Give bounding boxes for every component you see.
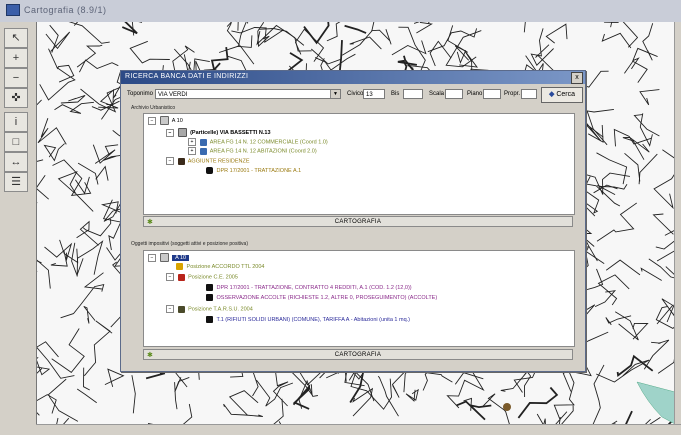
tree-node[interactable]: − A 10: [148, 116, 183, 125]
chevron-down-icon[interactable]: ▼: [330, 90, 340, 98]
expand-icon[interactable]: −: [166, 157, 174, 165]
map-horizontal-scrollbar[interactable]: [36, 424, 681, 435]
tree-label: OSSERVAZIONE ACCOLTE (RICHIESTE 1.2, ALT…: [216, 294, 438, 301]
document-icon: [199, 138, 207, 146]
search-row: Toponimo VIA VERDI ▼ Civico 13 Bis Scala…: [127, 87, 583, 103]
search-dialog: RICERCA BANCA DATI E INDIRIZZI x Toponim…: [120, 70, 586, 372]
tree-label: Posizione T.A.R.S.U. 2004: [188, 306, 253, 313]
folder-icon: [177, 157, 185, 165]
street-value: VIA VERDI: [158, 92, 188, 98]
map-toolbar: ↖ + − ✜ i □ ↔ ☰: [0, 22, 37, 434]
tree-label: (Particelle) VIA BASSETTI N.13: [190, 129, 271, 136]
street-label: Toponimo: [127, 91, 154, 97]
piano-label: Piano: [467, 91, 483, 97]
tax-icon: [177, 273, 185, 281]
zoom-out-icon[interactable]: −: [4, 68, 28, 88]
section-label-impositivi: Oggetti impositivi (soggetti attivi e po…: [131, 241, 248, 247]
tree-label: T.1 (RIFIUTI SOLIDI URBANI) (COMUNE), TA…: [216, 316, 410, 323]
tree-panel-urbanistico[interactable]: − A 10 − (Particelle) VIA BASSETTI N.13 …: [143, 113, 575, 215]
prop-label: Propr.: [504, 91, 521, 97]
archive-icon: [206, 284, 213, 291]
search-button[interactable]: ◆ Cerca: [541, 87, 583, 103]
archive-icon: [206, 294, 213, 301]
tree-node[interactable]: − AGGIUNTE RESIDENZE: [166, 157, 250, 165]
bis-input[interactable]: [403, 89, 423, 99]
tree-node[interactable]: Posizione ACCORDO TTL 2004: [174, 263, 264, 270]
tree-node[interactable]: + AREA FG 14 N. 12 ABITAZIONI (Coord 2.0…: [188, 147, 317, 155]
tree-label-selected: A 10: [172, 254, 190, 261]
info-icon[interactable]: i: [4, 112, 28, 132]
section-label-urbanistico: Archivio Urbanistico: [131, 105, 176, 111]
expand-icon[interactable]: −: [148, 116, 156, 125]
tree-node[interactable]: T.1 (RIFIUTI SOLIDI URBANI) (COMUNE), TA…: [204, 316, 410, 323]
building-icon: [159, 116, 169, 125]
tree-node[interactable]: − Posizione C.E. 2005: [166, 273, 238, 281]
zoom-in-icon[interactable]: +: [4, 48, 28, 68]
tree-label: Posizione ACCORDO TTL 2004: [186, 263, 265, 270]
tree-label: Posizione C.E. 2005: [188, 274, 238, 281]
cartografia-label: CARTOGRAFIA: [334, 352, 382, 358]
civico-label: Civico: [347, 91, 364, 97]
tree-node[interactable]: − (Particelle) VIA BASSETTI N.13: [166, 128, 271, 137]
tree-label: DPR 17/2001 - TRATTAZIONE, CONTRATTO 4 R…: [216, 284, 412, 291]
cartografia-label: CARTOGRAFIA: [334, 219, 382, 225]
expand-icon[interactable]: −: [148, 253, 156, 262]
tree-node[interactable]: − Posizione T.A.R.S.U. 2004: [166, 305, 253, 313]
street-select[interactable]: VIA VERDI ▼: [155, 89, 341, 99]
cartografia-button-2[interactable]: ✱ CARTOGRAFIA: [143, 349, 573, 360]
tree-label: A 10: [171, 117, 183, 124]
layers-icon[interactable]: ☰: [4, 172, 28, 192]
waste-icon: [177, 305, 185, 313]
tree-label: DPR 17/2001 - TRATTAZIONE A.1: [216, 167, 302, 174]
map-vertical-scrollbar[interactable]: [674, 22, 681, 424]
scala-label: Scala: [429, 91, 445, 97]
tree-node[interactable]: + AREA FG 14 N. 12 COMMERCIALE (Coord 1.…: [188, 138, 328, 146]
archive-icon: [206, 316, 213, 323]
window-titlebar: Cartografia (8.9/1): [0, 0, 681, 23]
window-title: Cartografia (8.9/1): [24, 5, 107, 15]
bis-label: Bis: [391, 91, 400, 97]
cartografia-button-1[interactable]: ✱ CARTOGRAFIA: [143, 216, 573, 227]
tree-label: AREA FG 14 N. 12 ABITAZIONI (Coord 2.0): [209, 148, 317, 155]
tree-label: AREA FG 14 N. 12 COMMERCIALE (Coord 1.0): [209, 139, 328, 146]
select-icon[interactable]: □: [4, 132, 28, 152]
document-icon: [199, 147, 207, 155]
civico-input[interactable]: 13: [363, 89, 385, 99]
search-icon: ◆: [548, 91, 555, 98]
piano-input[interactable]: [483, 89, 501, 99]
expand-icon[interactable]: −: [166, 305, 174, 313]
tree-node[interactable]: − A 10: [148, 253, 190, 262]
parcel-icon: [177, 128, 187, 137]
expand-icon[interactable]: −: [166, 273, 174, 281]
search-button-label: Cerca: [556, 91, 576, 98]
expand-icon[interactable]: +: [188, 147, 196, 155]
tree-node[interactable]: DPR 17/2001 - TRATTAZIONE, CONTRATTO 4 R…: [204, 284, 412, 291]
tree-node[interactable]: DPR 17/2001 - TRATTAZIONE A.1: [204, 167, 301, 174]
tree-panel-impositivi[interactable]: − A 10 Posizione ACCORDO TTL 2004 − Posi…: [143, 250, 575, 347]
pan-icon[interactable]: ✜: [4, 88, 28, 108]
tree-label: AGGIUNTE RESIDENZE: [187, 158, 250, 165]
close-icon[interactable]: x: [571, 72, 583, 84]
measure-icon[interactable]: ↔: [4, 152, 28, 172]
expand-icon[interactable]: −: [166, 128, 174, 137]
dialog-titlebar: RICERCA BANCA DATI E INDIRIZZI x: [121, 71, 585, 84]
prop-input[interactable]: [521, 89, 537, 99]
badge-icon: [176, 263, 183, 270]
app-icon: [6, 4, 20, 16]
building-icon: [159, 253, 169, 262]
dialog-title: RICERCA BANCA DATI E INDIRIZZI: [125, 73, 249, 80]
expand-icon[interactable]: +: [188, 138, 196, 146]
scala-input[interactable]: [445, 89, 463, 99]
tree-node[interactable]: OSSERVAZIONE ACCOLTE (RICHIESTE 1.2, ALT…: [204, 294, 437, 301]
archive-icon: [206, 167, 213, 174]
pointer-tool-icon[interactable]: ↖: [4, 28, 28, 48]
